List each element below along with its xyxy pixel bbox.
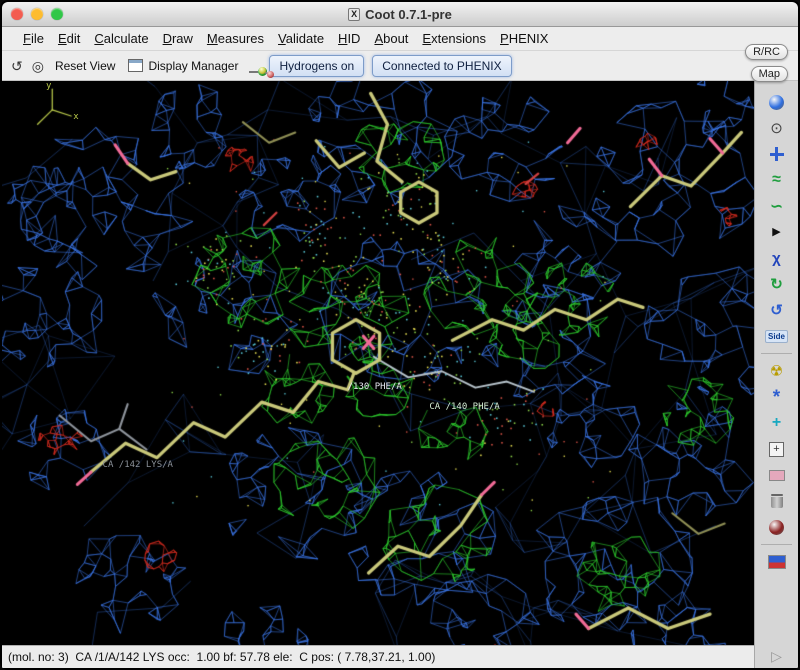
coot-window: X Coot 0.7.1-pre File Edit Calculate Dra… xyxy=(0,0,800,670)
reset-view-label: Reset View xyxy=(55,59,115,73)
menu-file[interactable]: File xyxy=(16,29,51,48)
left-column: y x /130 PHE/A CA /140 PHE/A CA /142 LYS… xyxy=(2,81,754,668)
status-text: (mol. no: 3) CA /1/A/142 LYS occ: 1.00 b… xyxy=(8,650,435,664)
window-title: Coot 0.7.1-pre xyxy=(365,7,452,22)
right-toolbar: ⊙ ≈ ∽ ▶ χ ↻ ↺ Side ☢ * + + ▷ xyxy=(754,81,798,668)
trash-icon[interactable] xyxy=(763,490,791,512)
menu-extensions[interactable]: Extensions xyxy=(415,29,493,48)
molecular-canvas[interactable] xyxy=(2,81,754,645)
right-toolbar-icons: ⊙ ≈ ∽ ▶ χ ↻ ↺ Side ☢ * + + xyxy=(755,89,798,575)
move-cross-icon[interactable] xyxy=(763,143,791,165)
title-wrap: X Coot 0.7.1-pre xyxy=(2,7,798,22)
menu-bar: File Edit Calculate Draw Measures Valida… xyxy=(2,27,798,51)
menu-validate[interactable]: Validate xyxy=(271,29,331,48)
window-panel-icon xyxy=(128,59,143,72)
menu-edit[interactable]: Edit xyxy=(51,29,87,48)
plus-cyan-icon[interactable]: + xyxy=(763,412,791,434)
reset-view-button[interactable]: Reset View xyxy=(50,57,120,75)
phenix-connection-button[interactable]: Connected to PHENIX xyxy=(372,55,511,77)
menu-calculate[interactable]: Calculate xyxy=(87,29,155,48)
rrc-button[interactable]: R/RC xyxy=(745,44,788,60)
side-chain-icon[interactable]: Side xyxy=(763,325,791,347)
rotate-view-icon-button[interactable]: ↺ xyxy=(8,57,26,75)
menu-draw[interactable]: Draw xyxy=(156,29,200,48)
go-to-atom-button[interactable] xyxy=(246,65,252,67)
display-manager-button[interactable]: Display Manager xyxy=(123,57,243,75)
traffic-lights xyxy=(2,8,63,20)
eraser-icon[interactable] xyxy=(763,464,791,486)
run-script-button[interactable]: ▷ xyxy=(755,648,798,668)
display-manager-label: Display Manager xyxy=(148,59,238,73)
globe-icon[interactable] xyxy=(763,91,791,113)
main-toolbar: ↺ ◎ Reset View Display Manager Hydrogens… xyxy=(2,51,798,81)
gl-viewport[interactable]: y x /130 PHE/A CA /140 PHE/A CA /142 LYS… xyxy=(2,81,754,645)
measure-distance-button[interactable] xyxy=(255,65,261,67)
menu-phenix[interactable]: PHENIX xyxy=(493,29,555,48)
x11-app-icon: X xyxy=(348,8,360,21)
right-toolbar-spacer xyxy=(755,575,798,648)
title-bar[interactable]: X Coot 0.7.1-pre xyxy=(2,2,798,27)
flag-icon[interactable] xyxy=(763,551,791,573)
hydrogens-toggle-button[interactable]: Hydrogens on xyxy=(269,55,364,77)
rotate-cw-icon[interactable]: ↻ xyxy=(763,273,791,295)
dark-red-sphere-icon[interactable] xyxy=(763,516,791,538)
clock-icon[interactable]: ⊙ xyxy=(763,117,791,139)
chi-angles-icon[interactable]: χ xyxy=(763,247,791,269)
minimize-button[interactable] xyxy=(31,8,43,20)
center-view-icon-button[interactable]: ◎ xyxy=(29,57,47,75)
rotate-arrow-icon: ↺ xyxy=(11,58,23,74)
close-button[interactable] xyxy=(11,8,23,20)
rotate-ccw-icon[interactable]: ↺ xyxy=(763,299,791,321)
menu-hid[interactable]: HID xyxy=(331,29,367,48)
toolbar-separator xyxy=(761,544,792,545)
main-area: y x /130 PHE/A CA /140 PHE/A CA /142 LYS… xyxy=(2,81,798,668)
zoom-button[interactable] xyxy=(51,8,63,20)
play-triangle-icon[interactable]: ▶ xyxy=(763,221,791,243)
menu-measures[interactable]: Measures xyxy=(200,29,271,48)
boxed-plus-icon[interactable]: + xyxy=(763,438,791,460)
toolbar-separator xyxy=(761,353,792,354)
map-button[interactable]: Map xyxy=(751,66,788,82)
radiation-icon[interactable]: ☢ xyxy=(763,360,791,382)
asterisk-icon[interactable]: * xyxy=(763,386,791,408)
helix-green-icon[interactable]: ≈ xyxy=(763,169,791,191)
status-bar: (mol. no: 3) CA /1/A/142 LYS occ: 1.00 b… xyxy=(2,645,754,668)
helix-dots-icon[interactable]: ∽ xyxy=(763,195,791,217)
menu-about[interactable]: About xyxy=(367,29,415,48)
target-circle-icon: ◎ xyxy=(32,58,44,74)
